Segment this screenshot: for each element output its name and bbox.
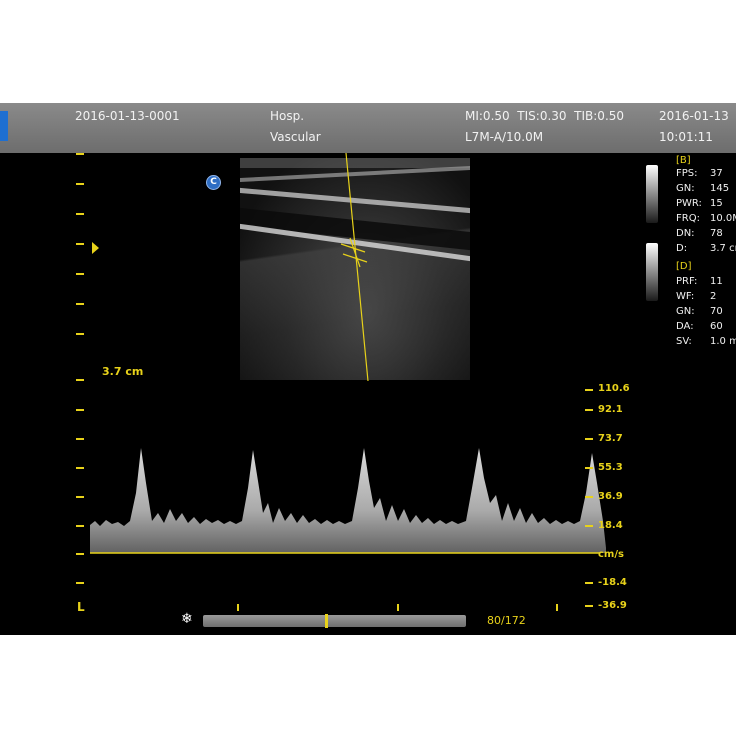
- sweep-tick: [76, 553, 84, 555]
- freeze-icon[interactable]: ❄: [181, 612, 193, 626]
- velocity-label: 36.9: [598, 491, 623, 502]
- velocity-label: 110.6: [598, 383, 630, 394]
- velocity-unit: cm/s: [598, 549, 624, 560]
- velocity-tick: [585, 525, 593, 527]
- ultrasound-screen: 2016-01-13-0001 Hosp. Vascular MI:0.50 T…: [0, 103, 736, 635]
- velocity-tick: [585, 582, 593, 584]
- sweep-tick: [76, 467, 84, 469]
- spectral-waveform: [90, 448, 606, 553]
- frame-counter: 80/172: [487, 614, 526, 627]
- sweep-tick: [76, 525, 84, 527]
- time-scale-marker: L: [77, 600, 85, 614]
- sweep-tick: [76, 409, 84, 411]
- velocity-tick: [585, 467, 593, 469]
- cine-position-handle[interactable]: [325, 614, 329, 628]
- sweep-tick: [76, 582, 84, 584]
- velocity-label: 73.7: [598, 433, 623, 444]
- velocity-tick: [585, 605, 593, 607]
- time-tick: [237, 604, 239, 611]
- velocity-tick: [585, 409, 593, 411]
- cine-scrollbar[interactable]: [203, 615, 466, 627]
- velocity-tick: [585, 438, 593, 440]
- sweep-tick: [76, 438, 84, 440]
- velocity-label: 18.4: [598, 520, 623, 531]
- sweep-tick: [76, 496, 84, 498]
- velocity-label: -36.9: [598, 600, 627, 611]
- velocity-tick: [585, 496, 593, 498]
- velocity-label: -18.4: [598, 577, 627, 588]
- velocity-tick: [585, 389, 593, 391]
- velocity-label: 92.1: [598, 404, 623, 415]
- doppler-spectrum: [90, 448, 606, 554]
- time-tick: [397, 604, 399, 611]
- velocity-label: 55.3: [598, 462, 623, 473]
- time-tick: [556, 604, 558, 611]
